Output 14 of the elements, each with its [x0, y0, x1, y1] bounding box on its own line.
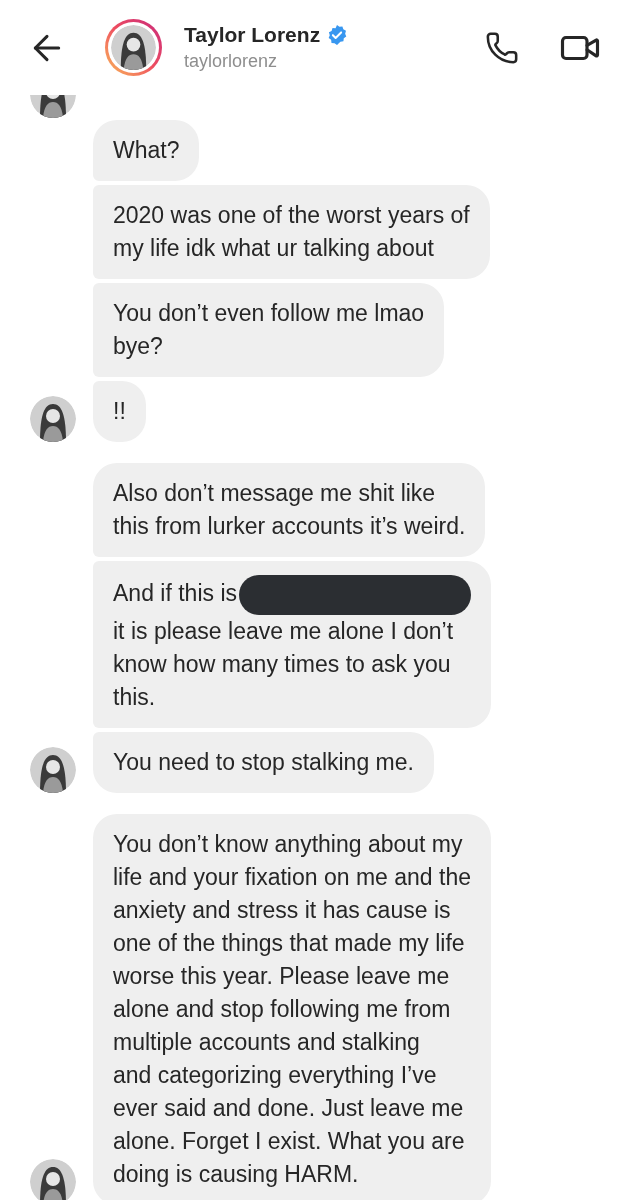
message-text: Also don’t message me shit like this from lurker accounts it’s weird. — [113, 479, 466, 541]
phone-icon — [485, 30, 519, 65]
profile-avatar[interactable] — [105, 19, 162, 76]
message-text: 2020 was one of the worst years of my life idk what ur talking about — [113, 201, 470, 263]
message-text: You don’t even follow me lmao bye? — [113, 299, 425, 361]
message-text: !! — [113, 397, 126, 426]
contact-name: Taylor Lorenz — [184, 21, 321, 48]
message-text: You need to stop stalking me. — [113, 748, 414, 777]
username: taylorlorenz — [184, 49, 279, 73]
avatar — [111, 25, 156, 70]
message-text: You don’t know anything about my life and your fixation on me and the anxiety and stress it has cause is one of the things that made my life worse this year. Please leave me alone and stop following me from multiple accounts and stalking and categorizing everything I’ve ever said and done. Just leave me alone. Forget I exist. What you are doing is causing HARM. — [113, 830, 471, 1189]
message-text: What? — [113, 136, 180, 165]
message-text: And if this is it is please leave me alone I don’t know how many times to ask you this. — [113, 575, 471, 714]
call-button[interactable] — [485, 30, 519, 65]
